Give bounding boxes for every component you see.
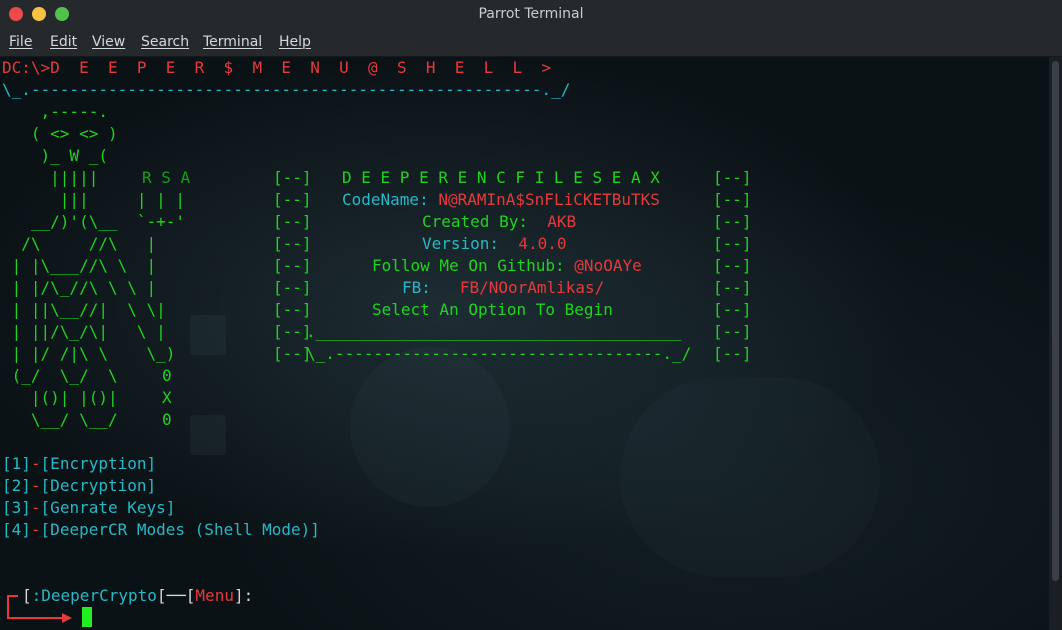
menu-search[interactable]: Search <box>141 34 189 50</box>
ascii-art-line: ||| | | | <box>2 190 186 209</box>
box-bracket-left: [--] <box>273 212 312 231</box>
prompt-menu: Menu <box>195 586 234 605</box>
codename-row: CodeName: N@RAMInA$SnFLiCKETBuTKS <box>342 189 660 211</box>
created-label: Created By: <box>422 212 528 231</box>
menu-help[interactable]: Help <box>279 34 311 50</box>
box-bracket-right: [--] <box>713 168 752 187</box>
box-end-rule: \_.----------------------------------._/ <box>306 344 692 363</box>
box-bracket-right: [--] <box>713 278 752 297</box>
created-row: Created By: AKB <box>422 211 576 233</box>
option-label: [Decryption] <box>40 476 157 495</box>
option-1: [1]-[Encryption] <box>2 454 157 473</box>
rsa-label: R S A <box>142 168 191 187</box>
shell-header: DC:\>D E E P E R $ M E N U @ S H E L L > <box>2 58 552 77</box>
background-ghost <box>190 415 226 455</box>
ascii-art-line: /\ //\ | <box>2 234 157 253</box>
option-number: [4] <box>2 520 31 539</box>
prompt-arrow-icon <box>7 595 72 623</box>
box-bracket-left: [--] <box>273 256 312 275</box>
ascii-art-line: | ||/\_/\| \ | <box>2 322 166 341</box>
box-bottom-rule: .______________________________________ <box>306 322 682 341</box>
version-value: 4.0.0 <box>518 234 567 253</box>
codename-label: CodeName: <box>342 190 429 209</box>
box-bracket-right: [--] <box>713 234 752 253</box>
ascii-art-line: (_/ \_/ \ <box>2 366 157 385</box>
menu-file[interactable]: File <box>9 34 32 50</box>
option-number: [1] <box>2 454 31 473</box>
ascii-art-line: __/)'(\__ `-+-' <box>2 212 186 231</box>
fb-label: FB: <box>402 278 431 297</box>
box-bracket-left: [--] <box>273 190 312 209</box>
ascii-art-line: ( <> <> ) <box>2 124 118 143</box>
ascii-art-line: \__/ \__/ <box>2 410 157 429</box>
option-label: [DeeperCR Modes (Shell Mode)] <box>40 520 320 539</box>
box-bracket-left: [--] <box>273 168 312 187</box>
scrollbar[interactable] <box>1049 57 1062 630</box>
box-bracket-right: [--] <box>713 212 752 231</box>
ascii-art-line: |()| |()| <box>2 388 157 407</box>
prompt-bracket: [ <box>156 586 167 605</box>
version-row: Version: 4.0.0 <box>422 233 567 255</box>
option-number: [2] <box>2 476 31 495</box>
ascii-art-line: ,-----. <box>2 102 108 121</box>
side-letter: 0 <box>162 410 172 429</box>
background-ghost <box>620 377 880 577</box>
terminal-area[interactable]: DC:\>D E E P E R $ M E N U @ S H E L L >… <box>0 57 1049 630</box>
ascii-art-line: | |\___//\ \ | <box>2 256 157 275</box>
box-bracket-right: [--] <box>713 300 752 319</box>
option-label: [Genrate Keys] <box>40 498 176 517</box>
menu-edit[interactable]: Edit <box>50 34 77 50</box>
background-ghost <box>350 347 510 507</box>
title-bar: Parrot Terminal <box>0 0 1062 31</box>
option-2: [2]-[Decryption] <box>2 476 157 495</box>
box-bracket-right: [--] <box>713 322 752 341</box>
ascii-art-line: | |/ /|\ \ \_) <box>2 344 176 363</box>
banner-title: D E E P E R E N C F I L E S E A X <box>342 168 660 187</box>
fb-value: FB/NOorAmlikas/ <box>459 278 605 297</box>
scrollbar-thumb[interactable] <box>1052 61 1059 581</box>
text-cursor[interactable] <box>82 607 92 627</box>
header-rule: \_.-------------------------------------… <box>2 80 571 99</box>
side-letter: X <box>162 388 172 407</box>
terminal-window: Parrot Terminal File Edit View Search Te… <box>0 0 1062 630</box>
side-letter: 0 <box>162 366 172 385</box>
box-bracket-left: [--] <box>273 300 312 319</box>
github-value: @NoOAYe <box>574 256 642 275</box>
fb-row: FB: FB/NOorAmlikas/ <box>402 277 604 299</box>
ascii-art-line: ||||| <box>2 168 128 187</box>
ascii-art-line: | ||\__//| \ \| <box>2 300 166 319</box>
codename-value: N@RAMInA$SnFLiCKETBuTKS <box>438 190 660 209</box>
github-label: Follow Me On Github: <box>372 256 565 275</box>
background-ghost <box>190 315 226 355</box>
menu-bar: File Edit View Search Terminal Help <box>0 30 1062 57</box>
github-row: Follow Me On Github: @NoOAYe <box>372 255 642 277</box>
option-label: [Encryption] <box>40 454 157 473</box>
created-value: AKB <box>547 212 577 231</box>
ascii-art-line: | |/\_//\ \ \ | <box>2 278 157 297</box>
menu-view[interactable]: View <box>92 34 125 50</box>
menu-terminal[interactable]: Terminal <box>203 34 262 50</box>
box-bracket-right: [--] <box>713 344 752 363</box>
option-3: [3]-[Genrate Keys] <box>2 498 176 517</box>
box-bracket-right: [--] <box>713 256 752 275</box>
prompt-bracket: ]: <box>233 586 254 605</box>
box-bracket-left: [--] <box>273 234 312 253</box>
version-label: Version: <box>422 234 500 253</box>
option-number: [3] <box>2 498 31 517</box>
ascii-art-line: )_ W _( <box>2 146 108 165</box>
box-bracket-left: [--] <box>273 278 312 297</box>
select-prompt: Select An Option To Begin <box>372 300 613 319</box>
option-4: [4]-[DeeperCR Modes (Shell Mode)] <box>2 520 320 539</box>
box-bracket-right: [--] <box>713 190 752 209</box>
window-title: Parrot Terminal <box>478 6 584 22</box>
